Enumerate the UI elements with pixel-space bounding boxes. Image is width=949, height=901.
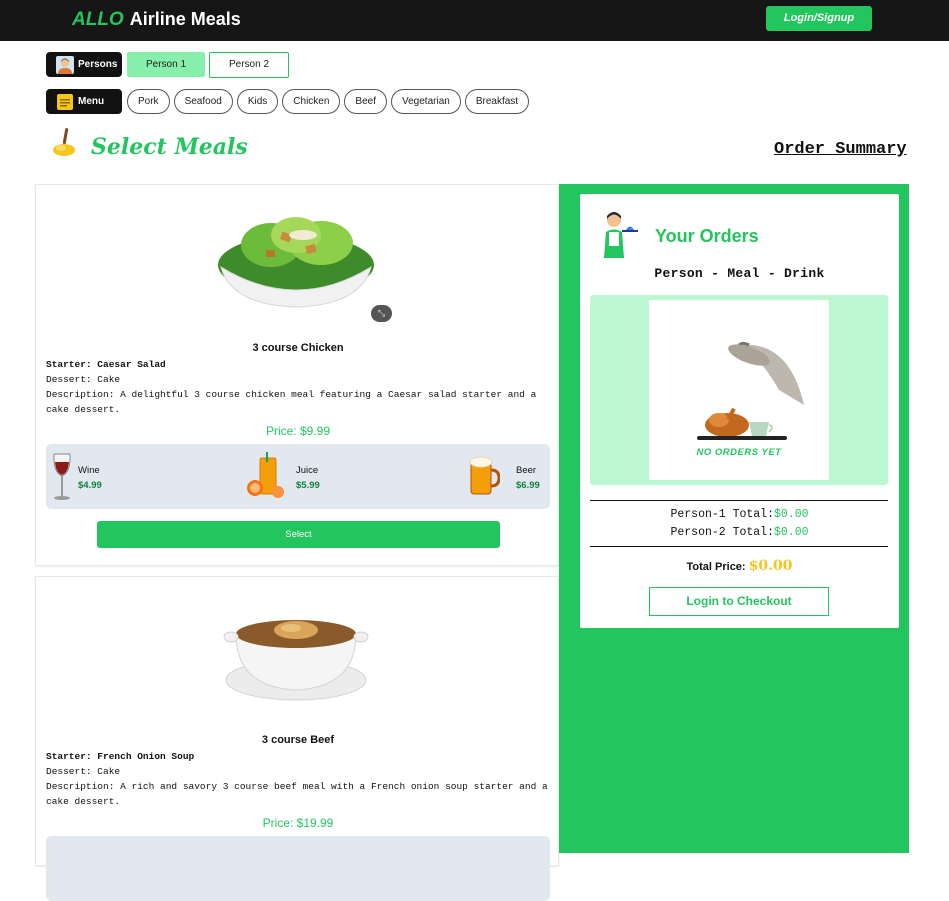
select-meals-title: Select Meals [91, 134, 248, 160]
menu-book-icon [57, 93, 73, 110]
person2-total-value: $0.00 [774, 526, 809, 539]
menu-label-text: Menu [78, 96, 105, 107]
drink-option-beer[interactable]: Beer $6.99 [468, 452, 548, 500]
person2-total: Person-2 Total:$0.00 [580, 526, 899, 539]
filter-seafood[interactable]: Seafood [173, 89, 233, 114]
login-signup-button[interactable]: Login/Signup [766, 6, 872, 31]
person-avatar-icon [56, 55, 74, 74]
meal-description: Description: A rich and savory 3 course … [46, 781, 548, 807]
meal-dessert: Dessert: Cake [46, 374, 121, 385]
no-orders-image: NO ORDERS YET [649, 300, 829, 480]
drink-price: $5.99 [296, 480, 320, 491]
empty-orders-area: NO ORDERS YET [590, 295, 888, 485]
drink-option-wine[interactable]: Wine $4.99 [51, 452, 141, 500]
divider [590, 546, 888, 547]
person1-total-value: $0.00 [774, 508, 809, 521]
divider [590, 500, 888, 501]
total-price-value: $0.00 [748, 558, 793, 574]
filter-kids[interactable]: Kids [236, 89, 279, 114]
drink-options [46, 836, 550, 901]
brand-name: Airline Meals [129, 9, 241, 29]
order-summary-link[interactable]: Order Summary [774, 140, 907, 159]
french-onion-soup-image [223, 620, 369, 701]
brand-logo[interactable]: ALLO Airline Meals [72, 9, 241, 31]
drink-name: Beer [516, 465, 537, 476]
drink-options: Wine $4.99 Juice $5.99 Beer $6.99 [46, 444, 550, 509]
orange-juice-icon [247, 452, 284, 498]
drink-name: Wine [78, 465, 100, 476]
drink-price: $4.99 [78, 480, 102, 491]
meal-card-beef: 3 course Beef Starter: French Onion Soup… [35, 576, 559, 901]
waiter-icon [604, 212, 638, 258]
persons-label: Persons [46, 52, 122, 77]
meal-starter: Starter: Caesar Salad [46, 359, 166, 370]
persons-label-text: Persons [78, 59, 118, 70]
total-price-label: Total Price: [686, 561, 746, 573]
person1-total-label: Person-1 Total: [670, 508, 774, 521]
person1-total: Person-1 Total:$0.00 [580, 508, 899, 521]
top-navbar: ALLO Airline Meals Login/Signup [0, 0, 949, 41]
brand-prefix: ALLO [72, 9, 124, 30]
tab-person-1[interactable]: Person 1 [127, 52, 205, 77]
meal-starter: Starter: French Onion Soup [46, 751, 195, 762]
total-price: Total Price: $0.00 [580, 558, 899, 574]
filter-breakfast[interactable]: Breakfast [464, 89, 530, 114]
beer-mug-icon [469, 456, 500, 495]
orders-columns-header: Person - Meal - Drink [654, 266, 825, 281]
meal-name: 3 course Beef [261, 734, 335, 746]
select-meal-button[interactable]: Select [97, 521, 500, 548]
caesar-salad-image [218, 217, 374, 308]
drink-price: $6.99 [516, 480, 540, 491]
drink-name: Juice [296, 465, 319, 476]
menu-filter-bar: Pork Seafood Kids Chicken Beef Vegetaria… [127, 89, 530, 114]
filter-chicken[interactable]: Chicken [282, 89, 341, 114]
meal-dessert: Dessert: Cake [46, 766, 121, 777]
person2-total-label: Person-2 Total: [670, 526, 774, 539]
meal-spoon-icon [53, 128, 75, 156]
filter-pork[interactable]: Pork [127, 89, 170, 114]
no-orders-text: NO ORDERS YET [696, 447, 782, 458]
wine-glass-icon [53, 453, 71, 500]
menu-label: Menu [46, 89, 122, 114]
filter-beef[interactable]: Beef [344, 89, 387, 114]
drink-option-juice[interactable]: Juice $5.99 [246, 452, 346, 500]
meal-card-chicken: ⤡ 3 course Chicken Starter: Caesar Salad… [35, 184, 559, 566]
login-to-checkout-button[interactable]: Login to Checkout [649, 587, 829, 616]
your-orders-card: Your Orders Person - Meal - Drink NO ORD… [580, 194, 899, 628]
expand-image-icon[interactable]: ⤡ [371, 305, 392, 322]
meal-price: Price: $9.99 [265, 424, 331, 438]
meal-name: 3 course Chicken [252, 342, 344, 354]
meal-description: Description: A delightful 3 course chick… [46, 389, 537, 415]
tab-person-2[interactable]: Person 2 [209, 52, 289, 78]
your-orders-title: Your Orders [655, 226, 759, 246]
meal-price: Price: $19.99 [262, 816, 334, 830]
filter-vegetarian[interactable]: Vegetarian [391, 89, 461, 114]
